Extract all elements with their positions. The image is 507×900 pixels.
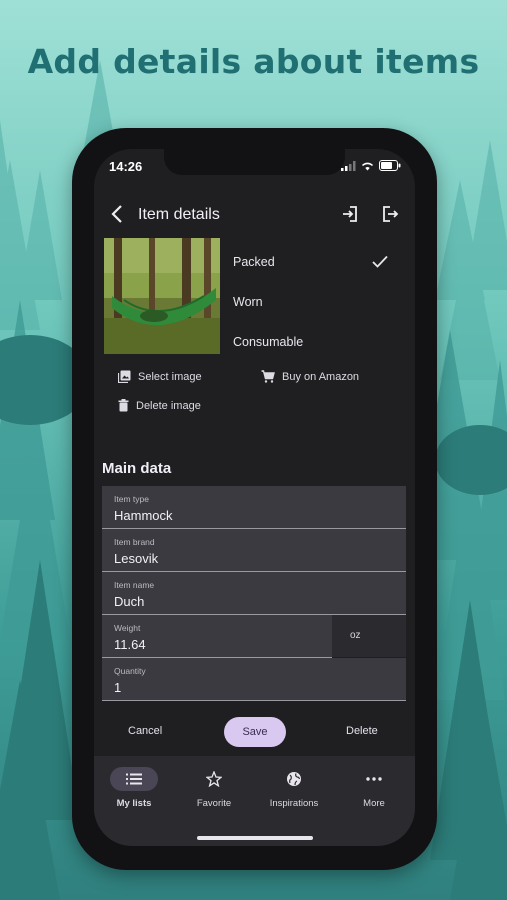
weight-unit-value: oz [350, 630, 361, 641]
field-value: 1 [114, 680, 122, 695]
nav-item-more[interactable]: More [334, 766, 414, 809]
buy-on-amazon-button[interactable]: Buy on Amazon [261, 370, 359, 383]
login-icon[interactable] [341, 205, 359, 223]
item-photo[interactable] [104, 238, 220, 354]
buy-on-amazon-label: Buy on Amazon [282, 370, 360, 383]
field-label: Item name [114, 580, 155, 590]
field-value: 11.64 [114, 637, 146, 652]
weight-unit-select[interactable]: oz [332, 615, 406, 657]
trash-icon [118, 399, 129, 412]
field-value: Lesovik [114, 551, 159, 566]
nav-label: Inspirations [269, 798, 319, 809]
field-label: Item type [114, 494, 149, 504]
field-label: Item brand [114, 537, 155, 547]
delete-image-button[interactable]: Delete image [118, 399, 201, 412]
logout-icon[interactable] [381, 205, 399, 223]
status-icons [341, 160, 401, 171]
nav-item-my-lists[interactable]: My lists [94, 766, 174, 809]
cancel-button[interactable]: Cancel [128, 725, 162, 737]
globe-icon [287, 772, 301, 786]
nav-label: More [363, 798, 385, 809]
active-indicator [110, 767, 158, 791]
option-worn[interactable]: Worn [233, 295, 263, 309]
cart-icon [261, 370, 275, 383]
battery-icon [379, 160, 401, 171]
page-title: Item details [138, 206, 220, 223]
item-type-field[interactable]: Item type Hammock [102, 486, 406, 529]
option-packed[interactable]: Packed [233, 255, 275, 269]
list-icon [126, 773, 142, 785]
wifi-icon [361, 162, 374, 170]
bottom-navigation: My lists Favorite Inspirations More [94, 756, 415, 846]
more-icon [366, 777, 382, 781]
status-time: 14:26 [109, 159, 143, 174]
app-bar: Item details [94, 199, 415, 231]
nav-item-favorite[interactable]: Favorite [174, 766, 254, 809]
app-screen: 14:26 Item details Packed Worn Consumabl… [94, 149, 415, 846]
signal-icon [341, 160, 356, 171]
quantity-field[interactable]: Quantity 1 [102, 658, 406, 701]
select-image-button[interactable]: Select image [118, 370, 202, 383]
star-icon [206, 771, 222, 787]
weight-field[interactable]: Weight 11.64 [102, 615, 332, 658]
item-brand-field[interactable]: Item brand Lesovik [102, 529, 406, 572]
headline: Add details about items [27, 42, 480, 81]
option-consumable[interactable]: Consumable [233, 335, 303, 349]
section-title: Main data [102, 460, 172, 477]
field-value: Duch [114, 594, 145, 609]
item-name-field[interactable]: Item name Duch [102, 572, 406, 615]
delete-button[interactable]: Delete [346, 725, 378, 737]
home-indicator [197, 836, 313, 840]
nav-label: Favorite [196, 798, 232, 809]
image-icon [118, 370, 131, 383]
nav-item-inspirations[interactable]: Inspirations [254, 766, 334, 809]
notch [164, 149, 345, 175]
select-image-label: Select image [138, 370, 202, 383]
nav-label: My lists [116, 798, 152, 809]
save-button[interactable]: Save [224, 717, 286, 747]
back-arrow-icon[interactable] [110, 204, 124, 224]
field-label: Weight [114, 623, 141, 633]
field-value: Hammock [114, 508, 173, 523]
checkmark-icon [372, 255, 388, 268]
delete-image-label: Delete image [136, 399, 201, 412]
field-label: Quantity [114, 666, 146, 676]
